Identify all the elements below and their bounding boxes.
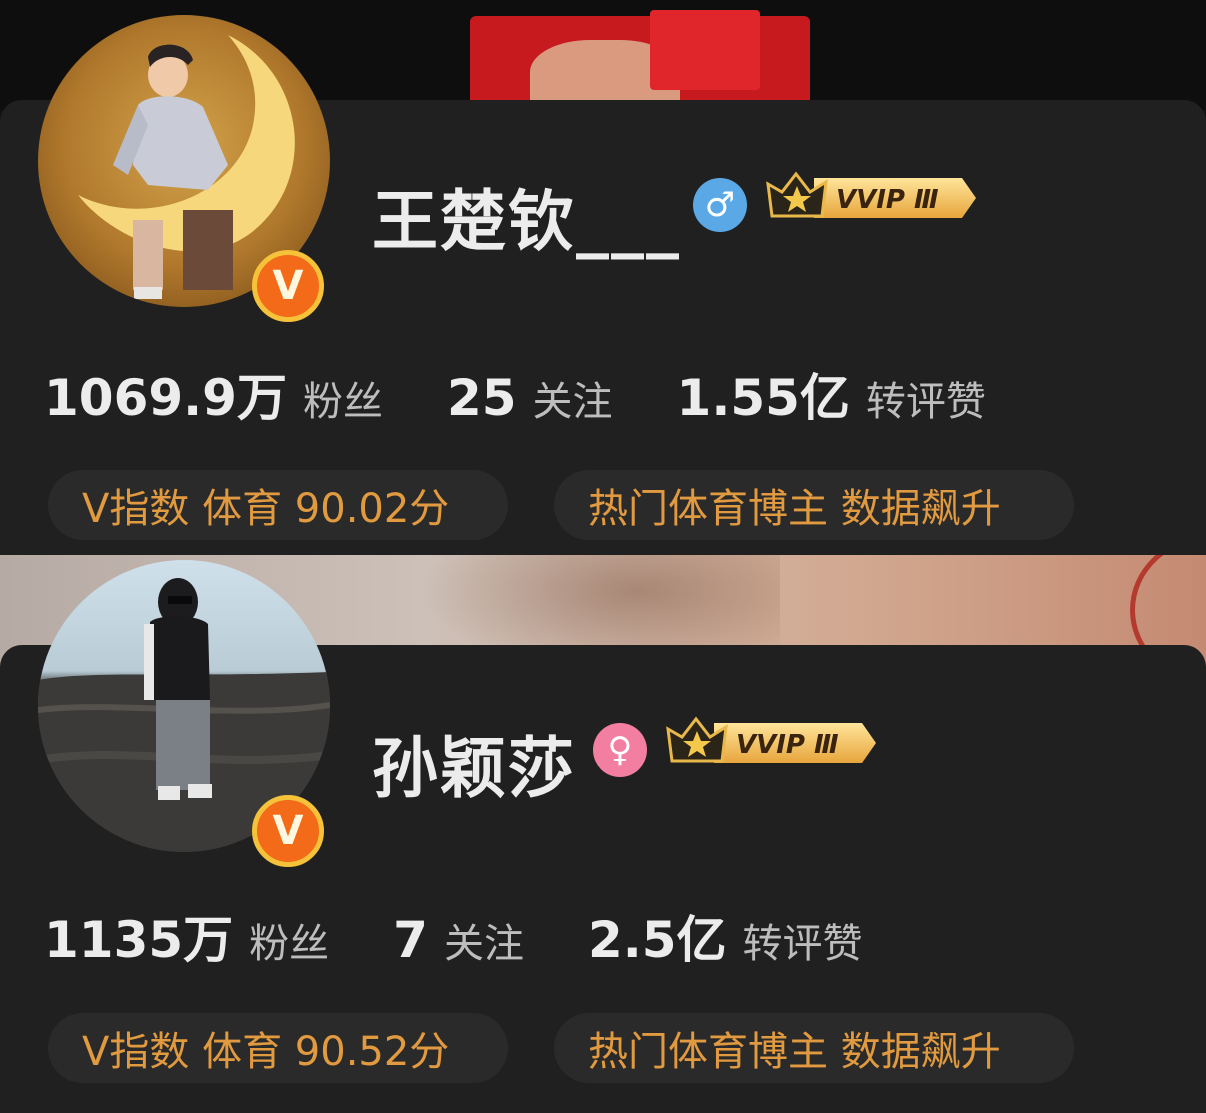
followers-count[interactable]: 1135万 — [44, 900, 233, 972]
female-gender-icon: ♀ — [593, 723, 647, 777]
followers-label: 粉丝 — [249, 921, 330, 967]
verified-v-badge: V — [252, 250, 324, 322]
vvip-crown-badge: VVIP Ⅲ — [666, 716, 876, 763]
interactions-count: 1.55亿 — [676, 369, 850, 427]
interactions-label: 转评赞 — [865, 379, 986, 425]
vvip-label: VVIP Ⅲ — [836, 185, 939, 215]
vvip-crown-badge: VVIP Ⅲ — [766, 171, 976, 218]
followers-count[interactable]: 1069.9万 — [44, 358, 287, 430]
male-gender-icon: ♂ — [693, 178, 747, 232]
verified-v-badge: V — [252, 795, 324, 867]
profile-name: 王楚钦___ — [372, 183, 681, 260]
hot-blogger-tag[interactable]: 热门体育博主 数据飙升 — [554, 1013, 1074, 1083]
followers-label: 粉丝 — [302, 379, 383, 425]
following-label: 关注 — [532, 379, 613, 425]
v-index-tag[interactable]: V指数 体育 90.02分 — [48, 470, 508, 540]
stats-row: 1135万 粉丝 7 关注 2.5亿 转评赞 — [44, 900, 927, 972]
following-count[interactable]: 25 — [447, 369, 517, 427]
profile-card: V 王楚钦___ ♂ VVIP Ⅲ 1069.9万 粉丝 25 关注 1.55亿… — [0, 15, 1206, 560]
profile-name: 孙颖莎 — [372, 730, 576, 807]
vvip-label: VVIP Ⅲ — [736, 730, 839, 760]
following-count[interactable]: 7 — [393, 911, 428, 969]
following-label: 关注 — [443, 921, 524, 967]
hot-blogger-tag[interactable]: 热门体育博主 数据飙升 — [554, 470, 1074, 540]
v-index-tag[interactable]: V指数 体育 90.52分 — [48, 1013, 508, 1083]
interactions-count: 2.5亿 — [587, 911, 727, 969]
interactions-label: 转评赞 — [742, 921, 863, 967]
profile-card: V 孙颖莎 ♀ VVIP Ⅲ 1135万 粉丝 7 关注 2.5亿 转评赞 V指… — [0, 560, 1206, 1113]
stats-row: 1069.9万 粉丝 25 关注 1.55亿 转评赞 — [44, 358, 1050, 430]
